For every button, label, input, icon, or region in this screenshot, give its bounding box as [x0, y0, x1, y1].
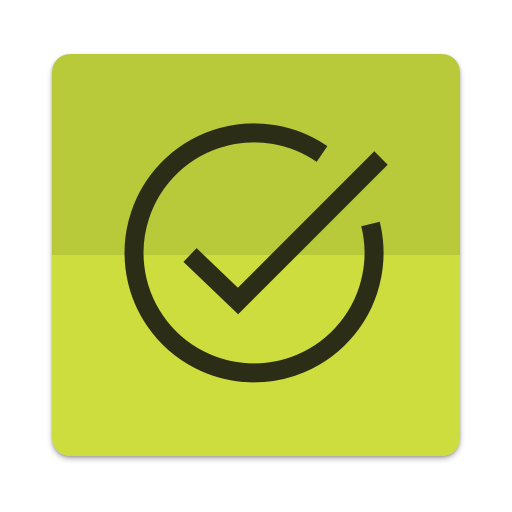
check-circle-icon: [124, 123, 388, 383]
circle-arc: [124, 123, 384, 383]
app-icon[interactable]: [52, 54, 460, 456]
screen: [0, 0, 512, 512]
check-mark: [183, 151, 388, 315]
